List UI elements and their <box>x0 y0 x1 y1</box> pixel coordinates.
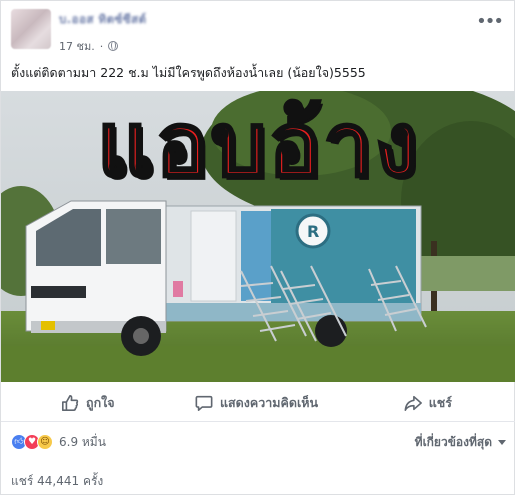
chevron-down-icon <box>498 439 506 445</box>
comment-label: แสดงความคิดเห็น <box>219 394 319 410</box>
meta-separator: · <box>99 39 104 53</box>
thumbs-up-icon <box>61 394 79 411</box>
share-count[interactable]: แชร์ 44,441 ครั้ง <box>11 472 103 491</box>
more-options-icon[interactable]: ••• <box>476 11 504 32</box>
like-button[interactable]: ถูกใจ <box>1 393 191 413</box>
facebook-post: บ.ออส ทิตซ์ซีสต์ 17 ชม. · ••• ตั้งแต่ติด… <box>0 0 515 495</box>
avatar[interactable] <box>11 9 51 49</box>
share-label: แชร์ <box>428 394 452 410</box>
svg-text:R: R <box>307 222 319 241</box>
author-name[interactable]: บ.ออส ทิตซ์ซีสต์ <box>59 11 147 29</box>
share-arrow-icon <box>404 395 422 411</box>
post-caption: ตั้งแต่ติดตามมา 222 ช.ม ไม่มีใครพูดถึงห้… <box>11 65 366 80</box>
reaction-count[interactable]: 6.9 หมื่น <box>59 433 106 452</box>
comment-button[interactable]: แสดงความคิดเห็น <box>191 393 321 413</box>
reaction-icons[interactable]: 👍︎ ♥ ☺ <box>11 434 53 450</box>
comment-icon <box>195 395 213 411</box>
like-label: ถูกใจ <box>86 394 115 410</box>
action-bar: ถูกใจ แสดงความคิดเห็น แชร์ <box>1 384 515 422</box>
globe-icon <box>108 41 119 51</box>
post-header: บ.ออส ทิตซ์ซีสต์ 17 ชม. · ••• <box>1 1 515 63</box>
comment-sort-dropdown[interactable]: ที่เกี่ยวข้องที่สุด <box>415 433 506 452</box>
image-overlay-text: แอบอ้าง <box>96 93 420 196</box>
timestamp[interactable]: 17 ชม. <box>59 37 95 55</box>
post-meta: 17 ชม. · <box>59 37 119 55</box>
sort-label: ที่เกี่ยวข้องที่สุด <box>414 434 492 449</box>
share-button[interactable]: แชร์ <box>322 393 515 413</box>
post-image[interactable]: R แอบอ้าง <box>1 91 515 382</box>
haha-icon: ☺ <box>37 434 53 450</box>
reaction-summary: 👍︎ ♥ ☺ 6.9 หมื่น ที่เกี่ยวข้องที่สุด <box>1 427 515 457</box>
